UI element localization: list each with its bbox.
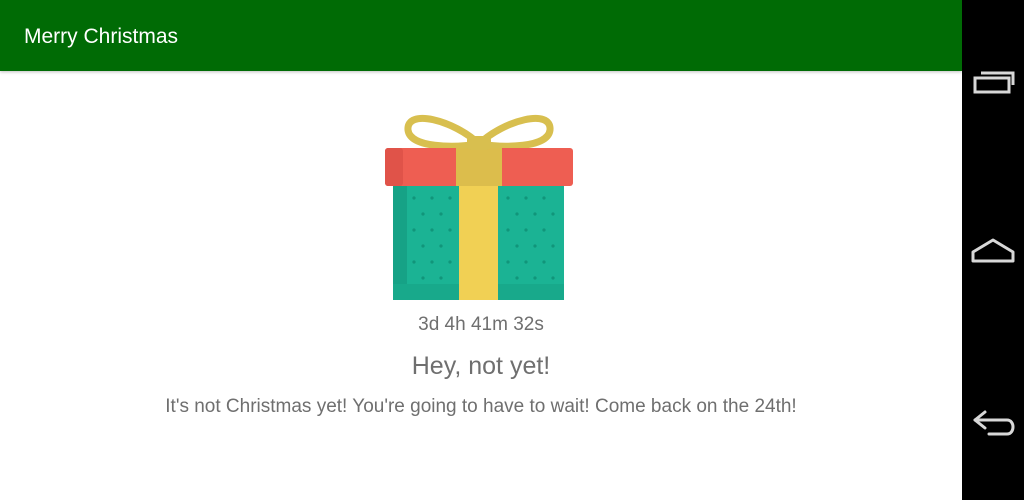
status-heading: Hey, not yet! [411,352,551,380]
gift-box-icon [384,110,574,302]
countdown-timer: 3d 4h 41m 32s [418,314,544,335]
home-button[interactable] [962,222,1024,282]
status-message: It's not Christmas yet! You're going to … [165,396,797,417]
home-icon [971,238,1015,263]
back-icon [973,410,1015,436]
app-screen: Merry Christmas 3d 4h 41m 32s Hey, not y… [0,0,962,500]
recent-apps-icon [973,71,1015,94]
back-button[interactable] [962,392,1024,452]
app-title: Merry Christmas [24,25,179,48]
action-bar: Merry Christmas [0,0,962,71]
recent-apps-button[interactable] [962,50,1024,110]
system-navigation-bar [962,0,1024,500]
